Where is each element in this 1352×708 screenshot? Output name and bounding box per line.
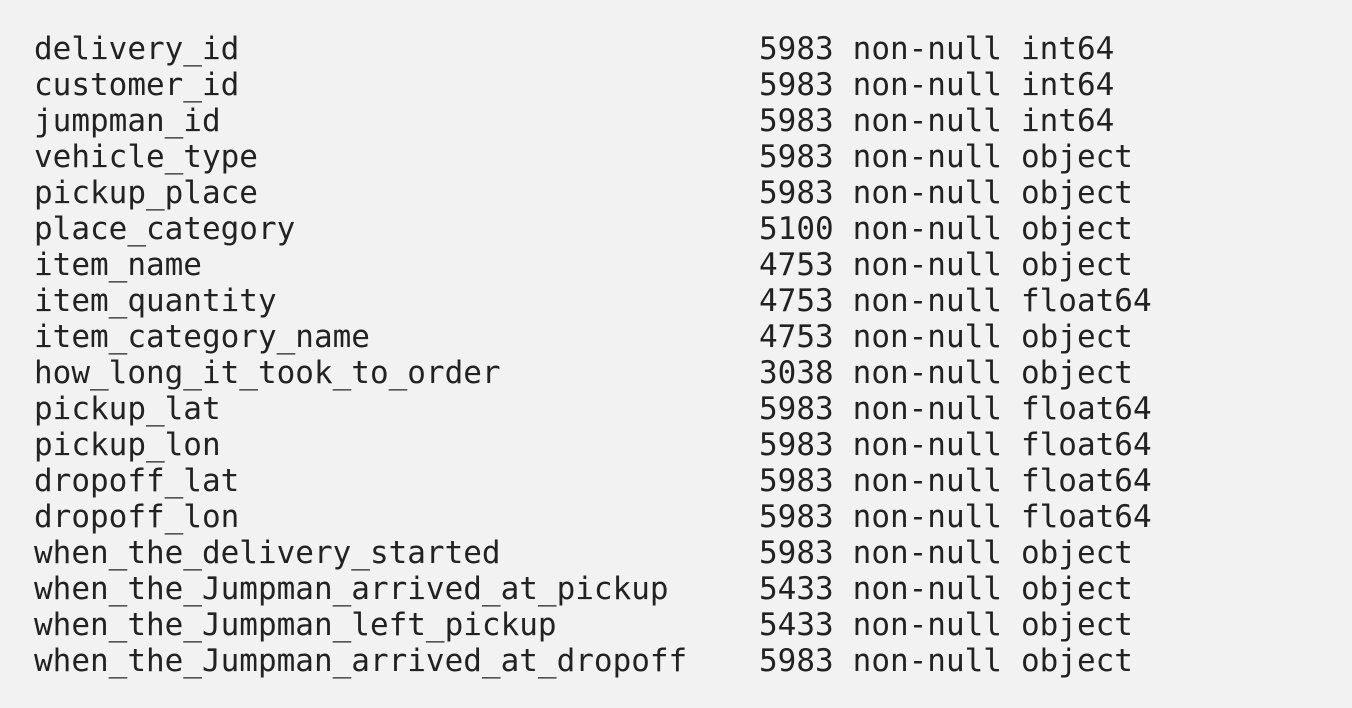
column-info-row: item_name 4753 non-null object: [34, 247, 1152, 283]
column-name: when_the_Jumpman_arrived_at_pickup: [34, 571, 669, 607]
column-name: delivery_id: [34, 31, 240, 67]
non-null-count: 4753: [759, 247, 834, 283]
non-null-label: non-null: [852, 103, 1002, 139]
column-name: when_the_Jumpman_arrived_at_dropoff: [34, 643, 688, 679]
non-null-label: non-null: [852, 427, 1002, 463]
non-null-count: 5983: [759, 31, 834, 67]
column-name: dropoff_lat: [34, 463, 240, 499]
non-null-label: non-null: [852, 139, 1002, 175]
column-info-row: dropoff_lat 5983 non-null float64: [34, 463, 1152, 499]
column-name: jumpman_id: [34, 103, 221, 139]
column-info-row: item_quantity 4753 non-null float64: [34, 283, 1152, 319]
column-info-row: item_category_name 4753 non-null object: [34, 319, 1152, 355]
column-dtype: object: [1020, 571, 1133, 607]
column-dtype: float64: [1020, 427, 1152, 463]
column-info-row: pickup_place 5983 non-null object: [34, 175, 1152, 211]
column-name: item_category_name: [34, 319, 370, 355]
column-name: item_name: [34, 247, 202, 283]
column-name: how_long_it_took_to_order: [34, 355, 501, 391]
column-name: customer_id: [34, 67, 240, 103]
non-null-label: non-null: [852, 247, 1002, 283]
column-dtype: float64: [1020, 499, 1152, 535]
non-null-count: 5983: [759, 391, 834, 427]
column-info-row: jumpman_id 5983 non-null int64: [34, 103, 1152, 139]
column-name: pickup_place: [34, 175, 258, 211]
non-null-label: non-null: [852, 607, 1002, 643]
column-dtype: object: [1020, 643, 1133, 679]
column-info-row: customer_id 5983 non-null int64: [34, 67, 1152, 103]
non-null-label: non-null: [852, 211, 1002, 247]
non-null-count: 5983: [759, 103, 834, 139]
column-name: pickup_lat: [34, 391, 221, 427]
non-null-label: non-null: [852, 391, 1002, 427]
non-null-count: 4753: [759, 283, 834, 319]
non-null-label: non-null: [852, 499, 1002, 535]
non-null-label: non-null: [852, 355, 1002, 391]
column-name: place_category: [34, 211, 296, 247]
non-null-count: 5983: [759, 427, 834, 463]
column-dtype: float64: [1020, 463, 1152, 499]
column-name: item_quantity: [34, 283, 277, 319]
column-name: vehicle_type: [34, 139, 258, 175]
column-dtype: object: [1020, 175, 1133, 211]
column-info-row: when_the_Jumpman_left_pickup 5433 non-null…: [34, 607, 1152, 643]
non-null-count: 5983: [759, 463, 834, 499]
column-dtype: int64: [1020, 103, 1115, 139]
column-info-row: dropoff_lon 5983 non-null float64: [34, 499, 1152, 535]
column-dtype: float64: [1020, 391, 1152, 427]
column-dtype: object: [1020, 535, 1133, 571]
column-info-row: when_the_delivery_started 5983 non-null obj…: [34, 535, 1152, 571]
non-null-count: 5433: [759, 571, 834, 607]
column-name: pickup_lon: [34, 427, 221, 463]
column-dtype: object: [1020, 355, 1133, 391]
non-null-count: 5983: [759, 499, 834, 535]
non-null-label: non-null: [852, 643, 1002, 679]
non-null-label: non-null: [852, 571, 1002, 607]
non-null-label: non-null: [852, 175, 1002, 211]
column-dtype: int64: [1020, 31, 1115, 67]
non-null-count: 5433: [759, 607, 834, 643]
column-name: when_the_Jumpman_left_pickup: [34, 607, 557, 643]
non-null-label: non-null: [852, 283, 1002, 319]
non-null-count: 5100: [759, 211, 834, 247]
column-dtype: object: [1020, 319, 1133, 355]
non-null-label: non-null: [852, 319, 1002, 355]
column-info-row: when_the_Jumpman_arrived_at_pickup 5433 no…: [34, 571, 1152, 607]
non-null-label: non-null: [852, 67, 1002, 103]
non-null-count: 3038: [759, 355, 834, 391]
column-info-row: how_long_it_took_to_order 3038 non-null obj…: [34, 355, 1152, 391]
column-info-row: place_category 5100 non-null object: [34, 211, 1152, 247]
non-null-count: 5983: [759, 535, 834, 571]
non-null-count: 5983: [759, 643, 834, 679]
column-dtype: float64: [1020, 283, 1152, 319]
column-dtype: int64: [1020, 67, 1115, 103]
column-info-table: delivery_id 5983 non-null int64 customer_id 5…: [34, 31, 1152, 679]
column-dtype: object: [1020, 139, 1133, 175]
column-dtype: object: [1020, 607, 1133, 643]
column-info-row: when_the_Jumpman_arrived_at_dropoff 5983 n…: [34, 643, 1152, 679]
non-null-count: 5983: [759, 139, 834, 175]
column-dtype: object: [1020, 247, 1133, 283]
column-name: dropoff_lon: [34, 499, 240, 535]
column-info-row: pickup_lat 5983 non-null float64: [34, 391, 1152, 427]
non-null-label: non-null: [852, 31, 1002, 67]
column-info-row: delivery_id 5983 non-null int64: [34, 31, 1152, 67]
column-dtype: object: [1020, 211, 1133, 247]
non-null-count: 4753: [759, 319, 834, 355]
column-info-row: pickup_lon 5983 non-null float64: [34, 427, 1152, 463]
non-null-count: 5983: [759, 67, 834, 103]
dataframe-info-panel: delivery_id 5983 non-null int64 customer_id 5…: [0, 0, 1352, 708]
non-null-count: 5983: [759, 175, 834, 211]
non-null-label: non-null: [852, 463, 1002, 499]
column-info-row: vehicle_type 5983 non-null object: [34, 139, 1152, 175]
column-name: when_the_delivery_started: [34, 535, 501, 571]
non-null-label: non-null: [852, 535, 1002, 571]
